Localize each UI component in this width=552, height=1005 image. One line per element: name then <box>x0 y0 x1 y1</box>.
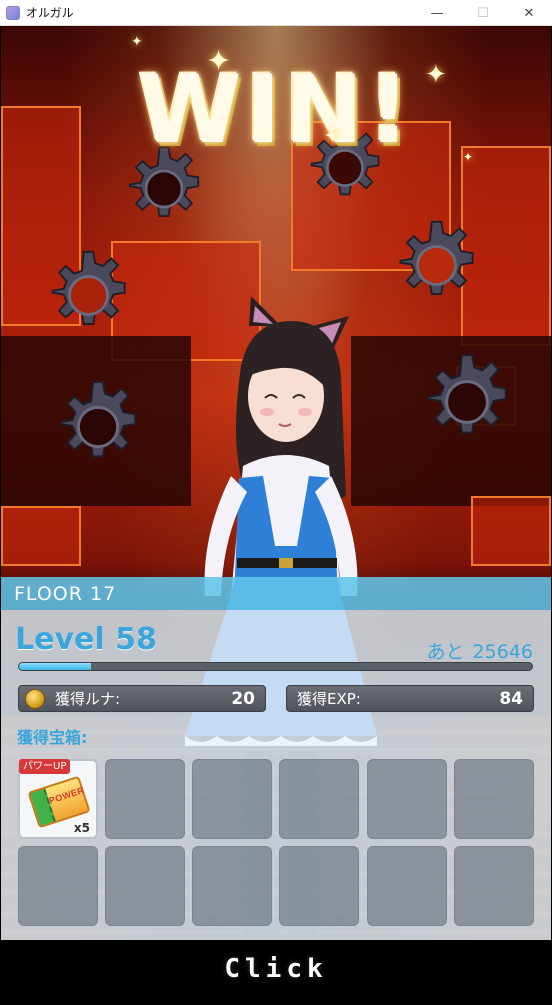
floor-bar: FLOOR 17 <box>1 577 551 610</box>
minimize-button[interactable]: — <box>414 0 460 26</box>
ticket-text: POWER <box>47 784 86 806</box>
luna-label: 獲得ルナ: <box>55 690 121 708</box>
window-title: オルガル <box>26 6 74 20</box>
level-label: Level 58 <box>15 622 157 657</box>
win-banner: WIN! <box>137 56 415 165</box>
chest-divider <box>15 749 535 750</box>
coin-icon <box>25 688 45 709</box>
gear-icon <box>51 250 126 325</box>
item-slot-empty[interactable] <box>367 846 447 926</box>
exp-value: 84 <box>499 688 523 709</box>
item-slot-empty[interactable] <box>192 846 272 926</box>
window-controls: — ☐ ✕ <box>414 0 552 26</box>
sparkle-icon: ✦ <box>131 34 143 50</box>
item-slot-empty[interactable] <box>105 759 185 839</box>
exp-remaining-value: 25646 <box>472 641 533 663</box>
sparkle-icon: ✦ <box>206 44 232 79</box>
stage-panel <box>1 506 81 566</box>
luna-value: 20 <box>231 688 255 709</box>
exp-progress-fill <box>19 663 91 670</box>
floor-label: FLOOR 17 <box>14 582 117 605</box>
item-slot-empty[interactable] <box>454 846 534 926</box>
window-titlebar: オルガル — ☐ ✕ <box>0 0 552 26</box>
exp-stat: 獲得EXP: 84 <box>286 685 534 712</box>
sparkle-icon: ✦ <box>425 60 447 90</box>
gear-icon <box>59 380 137 458</box>
close-button[interactable]: ✕ <box>506 0 552 26</box>
item-slot-empty[interactable] <box>367 759 447 839</box>
item-slot-empty[interactable] <box>279 846 359 926</box>
item-slot-power-up[interactable]: パワーUP POWER x5 <box>18 759 98 839</box>
game-viewport[interactable]: WIN! ✦ ✦ ✦ ✦ ✦ FLOOR 17 Level 58 あと 2564… <box>1 26 551 1004</box>
item-count: x5 <box>73 821 90 835</box>
stage-panel <box>471 496 551 566</box>
item-slot-empty[interactable] <box>279 759 359 839</box>
exp-remaining: あと 25646 <box>427 637 533 664</box>
gear-icon <box>399 220 474 295</box>
app-icon <box>6 5 20 20</box>
sparkle-icon: ✦ <box>463 150 474 164</box>
item-tag: パワーUP <box>19 759 71 774</box>
luna-stat: 獲得ルナ: 20 <box>18 685 266 712</box>
exp-label: 獲得EXP: <box>297 690 361 708</box>
maximize-button[interactable]: ☐ <box>460 0 506 26</box>
item-slot-empty[interactable] <box>192 759 272 839</box>
item-slot-empty[interactable] <box>105 846 185 926</box>
item-slot-empty[interactable] <box>454 759 534 839</box>
sparkle-icon: ✦ <box>323 124 342 149</box>
item-slot-empty[interactable] <box>18 846 98 926</box>
exp-progress-bar <box>18 662 533 671</box>
chest-title: 獲得宝箱: <box>17 728 88 747</box>
exp-remaining-label: あと <box>426 641 465 663</box>
click-prompt[interactable]: Click <box>1 954 551 984</box>
gear-icon <box>427 354 507 434</box>
